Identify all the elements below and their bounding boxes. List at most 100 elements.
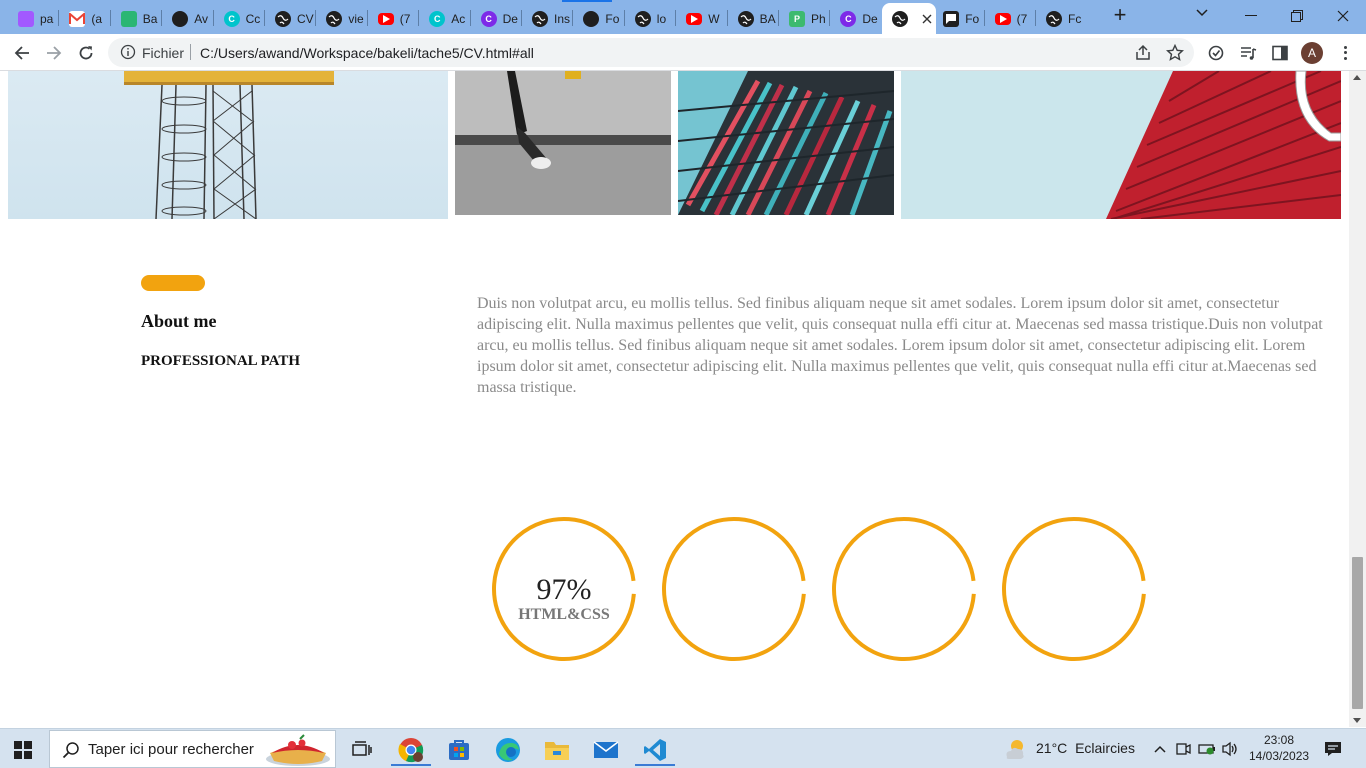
close-window-button[interactable] [1320,0,1366,32]
tab-15[interactable]: BA [728,3,779,34]
tab-title: (7 [399,11,411,26]
search-icon [62,742,79,759]
close-tab-icon[interactable] [922,11,932,27]
p-app-icon: P [789,10,805,27]
tab-21[interactable]: Fc [1036,3,1087,34]
extension-icon[interactable] [1206,43,1226,63]
tab-8[interactable]: (7 [368,3,419,34]
gmail-icon [69,10,86,27]
tab-5[interactable]: C Cc [214,3,265,34]
forward-button[interactable] [41,40,67,66]
chart-app-icon [120,10,137,27]
microsoft-store-icon[interactable] [437,733,481,767]
system-clock[interactable]: 23:08 14/03/2023 [1249,732,1309,764]
tab-title: Ba [142,11,158,26]
url-text[interactable]: C:/Users/awand/Workspace/bakeli/tache5/C… [200,45,534,61]
globe-icon [634,10,651,27]
file-explorer-icon[interactable] [535,733,579,767]
side-panel-icon[interactable] [1270,43,1290,63]
skill-circle [831,516,977,662]
clock-date: 14/03/2023 [1249,749,1310,763]
tab-title: BA [759,11,776,26]
back-button[interactable] [9,40,35,66]
globe-icon [1046,10,1062,27]
battery-icon[interactable] [1198,739,1216,759]
minimize-button[interactable] [1228,0,1274,32]
about-title: About me [141,311,217,331]
pie-illustration-icon [266,734,330,766]
skill-percentage: 97% [536,573,592,606]
tab-title: W [708,11,720,26]
tab-19[interactable]: Fo [933,3,984,34]
task-view-icon[interactable] [340,733,384,767]
tab-2[interactable]: (a [59,3,110,34]
tab-14[interactable]: W [676,3,727,34]
tab-6[interactable]: CV [265,3,316,34]
scroll-up-icon[interactable] [1353,75,1361,80]
media-control-icon[interactable] [1238,43,1258,63]
tab-4[interactable]: Av [162,3,213,34]
tab-title: De [862,11,878,26]
skill-circle: 97% HTML&CSS [491,516,637,662]
notification-center-icon[interactable] [1324,740,1342,758]
scroll-thumb[interactable] [1352,557,1363,709]
meet-now-icon[interactable] [1174,739,1192,759]
bookmark-star-icon[interactable] [1166,44,1184,62]
tab-title: Ph [811,11,826,26]
chrome-icon[interactable] [389,733,433,767]
tab-17[interactable]: C De [830,3,881,34]
new-tab-button[interactable]: + [1108,4,1132,28]
vertical-scrollbar[interactable] [1349,71,1366,727]
globe-icon [737,10,754,27]
tab-title: (a [91,11,103,26]
windows-start-button[interactable] [14,741,32,759]
tab-3[interactable]: Ba [111,3,162,34]
windows-taskbar: Taper ici pour rechercher 21°C Eclaircie… [0,728,1366,768]
tab-search-icon[interactable] [1196,6,1208,20]
skill-progress-ring [662,517,806,661]
show-hidden-icons-chevron-icon[interactable] [1151,739,1169,759]
tab-7[interactable]: vie [316,3,367,34]
edge-icon[interactable] [486,733,530,767]
tab-title: CV [297,11,314,26]
scheme-label: Fichier [142,45,185,61]
skill-circle [661,516,807,662]
mail-icon[interactable] [584,733,628,767]
figma-icon [18,10,34,27]
gallery-image-tower [8,71,448,219]
info-icon[interactable] [120,44,136,60]
canva-icon: C [223,10,240,27]
taskbar-search-box[interactable]: Taper ici pour rechercher [49,730,336,768]
volume-icon[interactable] [1221,739,1239,759]
tab-title: pa [40,11,54,26]
tab-20[interactable]: (7 [985,3,1036,34]
clock-time: 23:08 [1263,733,1295,747]
tab-9[interactable]: C Ac [419,3,470,34]
restore-button[interactable] [1274,0,1320,32]
tab-title: Fo [965,11,980,26]
tab-10[interactable]: C De [471,3,522,34]
tab-title: Ins [554,11,571,26]
profile-avatar[interactable]: A [1301,42,1323,64]
tab-1[interactable]: pa [8,3,59,34]
tab-11[interactable]: Ins [522,3,573,34]
youtube-icon [377,12,394,25]
canva-icon: C [429,10,446,27]
tab-title: Cc [245,11,261,26]
tab-strip: pa (a Ba Av C Cc CV vie (7 C Ac C De Ins Fo lo W BA P Ph C De… [0,0,1366,34]
address-bar[interactable]: Fichier C:/Users/awand/Workspace/bakeli/… [108,38,1194,67]
tab-title: lo [656,11,667,26]
about-description: Duis non volutpat arcu, eu mollis tellus… [477,295,1323,396]
share-icon[interactable] [1134,44,1152,62]
gallery-image-skater [455,71,671,215]
tab-18[interactable] [881,3,936,34]
scroll-down-icon[interactable] [1353,718,1361,723]
tab-13[interactable]: lo [625,3,676,34]
reload-button[interactable] [73,40,99,66]
tab-12[interactable]: Fo [573,3,624,34]
vscode-icon[interactable] [633,733,677,767]
weather-text[interactable]: 21°C Eclaircies [1036,740,1135,756]
tab-16[interactable]: P Ph [779,3,830,34]
section-accent-bar [141,275,205,291]
menu-icon[interactable] [1338,42,1352,64]
